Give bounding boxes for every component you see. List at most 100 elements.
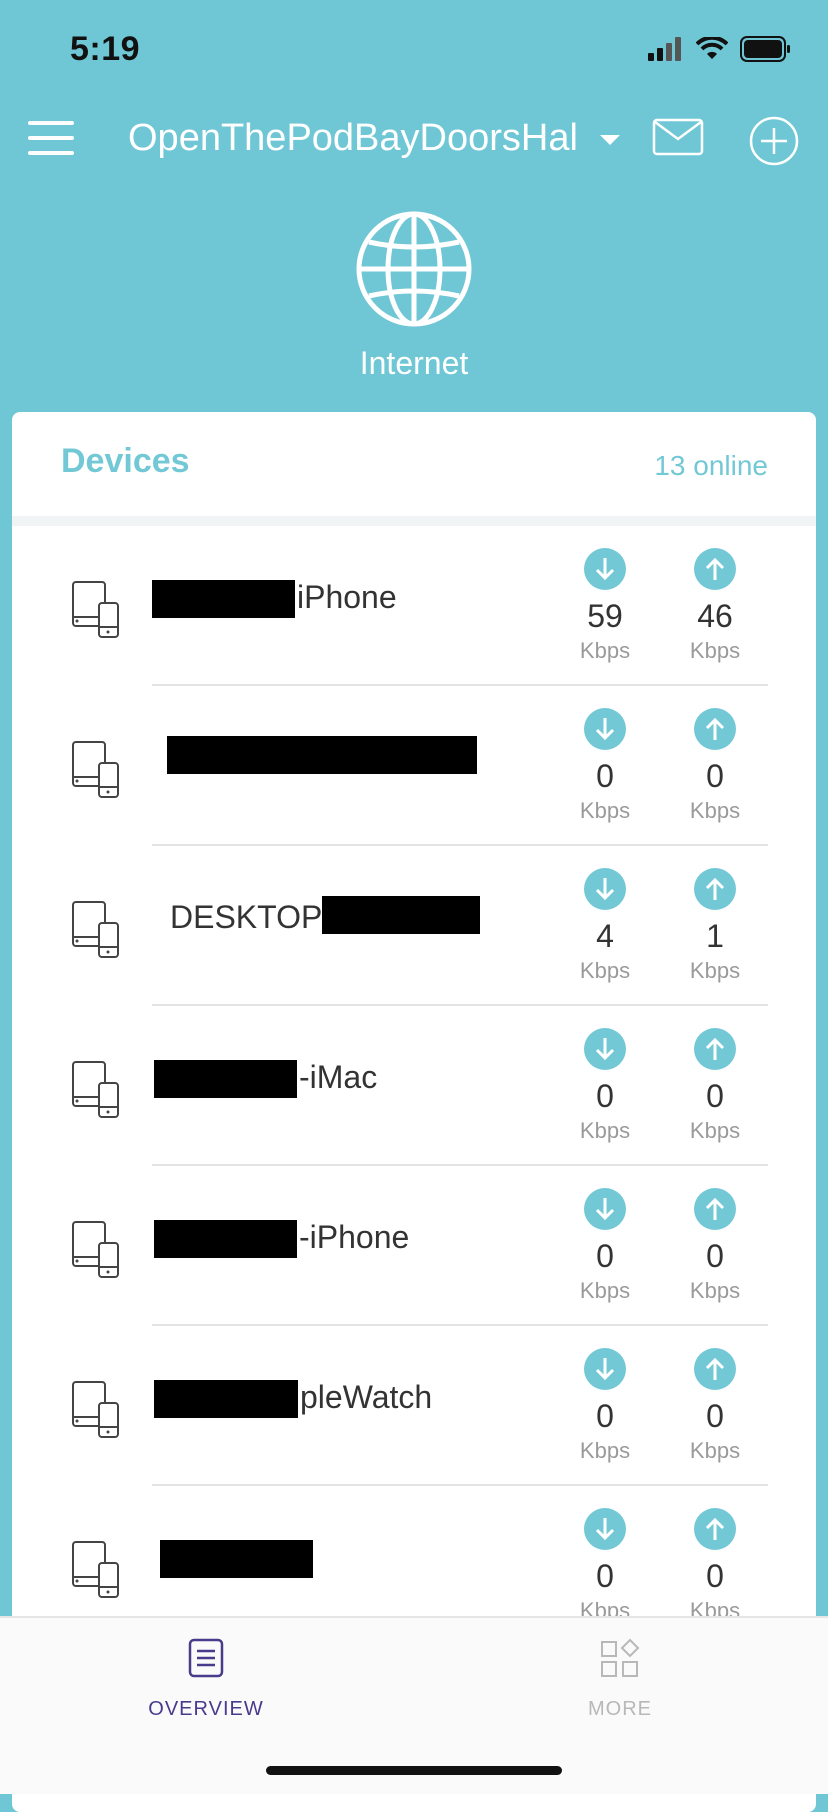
upload-rate: 0 Kbps — [665, 1508, 765, 1624]
devices-icon — [72, 1061, 119, 1118]
tab-overview[interactable]: OVERVIEW — [106, 1638, 306, 1721]
menu-button[interactable] — [28, 121, 76, 157]
download-arrow-icon — [584, 868, 626, 910]
download-rate: 0 Kbps — [555, 1348, 655, 1464]
device-row[interactable]: pleWatch 0 Kbps 0 Kbps — [12, 1326, 816, 1486]
download-rate: 4 Kbps — [555, 868, 655, 984]
download-unit: Kbps — [579, 1438, 631, 1463]
download-rate: 0 Kbps — [555, 708, 655, 824]
mail-icon[interactable] — [652, 117, 704, 157]
download-unit: Kbps — [579, 1118, 631, 1143]
device-name: DESKTOP — [170, 899, 323, 935]
download-value: 0 — [596, 1558, 614, 1594]
download-value: 0 — [596, 1078, 614, 1114]
download-arrow-icon — [584, 548, 626, 590]
menu-icon-line — [28, 136, 74, 140]
upload-unit: Kbps — [689, 638, 741, 663]
devices-header[interactable]: Devices 13 online — [12, 412, 816, 526]
upload-arrow-icon — [694, 708, 736, 750]
redacted-block — [152, 580, 295, 618]
wifi-icon — [696, 37, 728, 59]
network-selector[interactable]: OpenThePodBayDoorsHal — [128, 117, 578, 160]
upload-arrow-icon — [694, 1508, 736, 1550]
download-value: 0 — [596, 758, 614, 794]
download-rate: 0 Kbps — [555, 1188, 655, 1304]
devices-icon — [72, 1381, 119, 1438]
status-time: 5:19 — [70, 30, 141, 68]
tab-more[interactable]: MORE — [520, 1638, 720, 1721]
upload-rate: 46 Kbps — [665, 548, 765, 664]
download-rate: 59 Kbps — [555, 548, 655, 664]
upload-unit: Kbps — [689, 958, 741, 983]
upload-rate: 0 Kbps — [665, 1348, 765, 1464]
cellular-signal-icon — [648, 37, 681, 61]
upload-arrow-icon — [694, 868, 736, 910]
upload-value: 0 — [706, 1558, 724, 1594]
device-row[interactable]: -iPhone 0 Kbps 0 Kbps — [12, 1166, 816, 1326]
upload-arrow-icon — [694, 548, 736, 590]
upload-arrow-icon — [694, 1348, 736, 1390]
devices-icon — [72, 581, 119, 638]
device-row[interactable]: 0 Kbps 0 Kbps — [12, 686, 816, 846]
device-row[interactable]: DESKTOP 4 Kbps 1 Kbps — [12, 846, 816, 1006]
upload-value: 1 — [706, 918, 724, 954]
device-name: iPhone — [297, 579, 397, 615]
download-rate: 0 Kbps — [555, 1028, 655, 1144]
upload-arrow-icon — [694, 1188, 736, 1230]
chevron-down-icon[interactable] — [600, 135, 620, 145]
battery-icon — [740, 36, 790, 62]
devices-card: Devices 13 online iPhone 59 Kbps 46 Kbps — [12, 412, 816, 1812]
device-row[interactable]: iPhone 59 Kbps 46 Kbps — [12, 526, 816, 686]
redacted-block — [154, 1380, 298, 1418]
redacted-block — [154, 1220, 297, 1258]
download-arrow-icon — [584, 1508, 626, 1550]
globe-icon — [356, 211, 472, 327]
device-row[interactable]: -iMac 0 Kbps 0 Kbps — [12, 1006, 816, 1166]
upload-value: 0 — [706, 758, 724, 794]
upload-unit: Kbps — [689, 1438, 741, 1463]
status-icons — [648, 36, 792, 62]
upload-value: 0 — [706, 1078, 724, 1114]
device-name: -iMac — [299, 1059, 378, 1095]
download-arrow-icon — [584, 708, 626, 750]
download-value: 59 — [587, 598, 623, 634]
download-unit: Kbps — [579, 638, 631, 663]
home-indicator — [266, 1766, 562, 1775]
upload-value: 46 — [697, 598, 733, 634]
download-unit: Kbps — [579, 958, 631, 983]
document-list-icon — [188, 1638, 224, 1678]
internet-label: Internet — [359, 345, 469, 381]
redacted-block — [322, 896, 480, 934]
tab-overview-label: OVERVIEW — [148, 1698, 264, 1720]
devices-title: Devices — [61, 442, 190, 480]
upload-value: 0 — [706, 1238, 724, 1274]
redacted-block — [160, 1540, 313, 1578]
upload-unit: Kbps — [689, 1278, 741, 1303]
download-value: 4 — [596, 918, 614, 954]
download-arrow-icon — [584, 1188, 626, 1230]
add-icon[interactable] — [748, 115, 800, 167]
online-count: 13 online — [654, 450, 768, 481]
grid-apps-icon — [601, 1638, 640, 1677]
device-name: pleWatch — [300, 1379, 433, 1415]
download-rate: 0 Kbps — [555, 1508, 655, 1624]
upload-unit: Kbps — [689, 798, 741, 823]
devices-icon — [72, 901, 119, 958]
download-value: 0 — [596, 1238, 614, 1274]
upload-rate: 0 Kbps — [665, 1188, 765, 1304]
upload-rate: 0 Kbps — [665, 708, 765, 824]
redacted-block — [154, 1060, 297, 1098]
redacted-block — [167, 736, 477, 774]
download-arrow-icon — [584, 1348, 626, 1390]
menu-icon-line — [28, 121, 74, 125]
internet-status[interactable]: Internet — [0, 210, 828, 382]
upload-unit: Kbps — [689, 1118, 741, 1143]
top-bar: OpenThePodBayDoorsHal — [0, 105, 828, 175]
devices-icon — [72, 1541, 119, 1598]
tab-more-label: MORE — [588, 1698, 652, 1720]
devices-icon — [72, 741, 119, 798]
download-value: 0 — [596, 1398, 614, 1434]
upload-rate: 1 Kbps — [665, 868, 765, 984]
download-arrow-icon — [584, 1028, 626, 1070]
device-name: -iPhone — [299, 1219, 410, 1255]
